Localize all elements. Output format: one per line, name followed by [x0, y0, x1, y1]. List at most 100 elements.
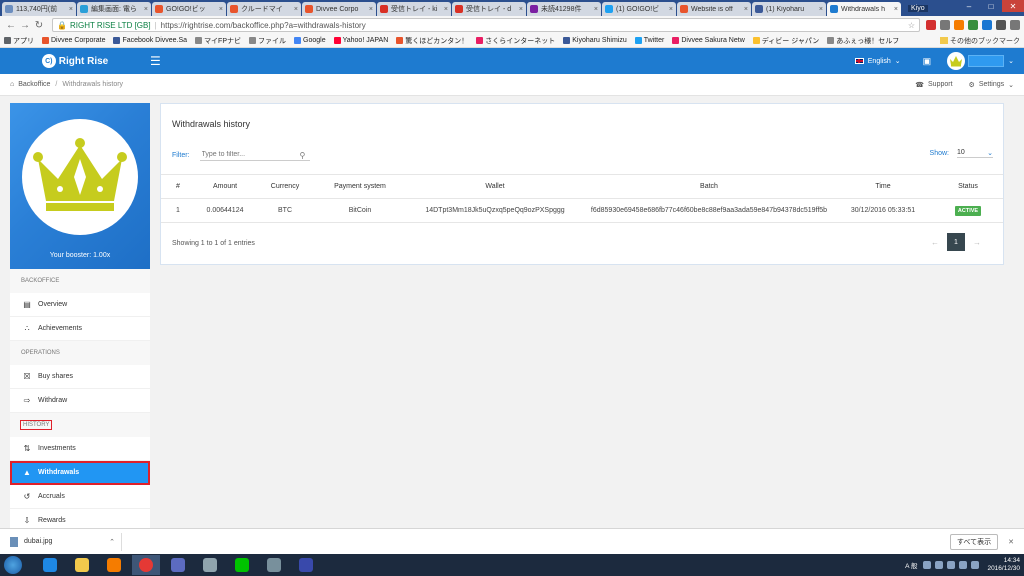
browser-tab[interactable]: GO!GO!ビッ × [152, 2, 226, 16]
ie-taskbar-icon[interactable] [36, 555, 64, 575]
browser-tab[interactable]: 未読41298件 × [527, 2, 601, 16]
ime-indicator[interactable]: A 般 [905, 560, 917, 570]
browser-tab[interactable]: Divvee Corpo × [302, 2, 376, 16]
chevron-up-icon[interactable]: ⌃ [109, 538, 115, 546]
other-bookmarks[interactable]: その他のブックマーク [940, 36, 1020, 46]
media-player-taskbar-icon[interactable] [100, 555, 128, 575]
extension-icon[interactable] [982, 20, 992, 30]
volume-icon[interactable] [959, 561, 968, 569]
tab-close-icon[interactable]: × [669, 6, 673, 13]
sidebar-item-rewards[interactable]: ⇩ Rewards [10, 509, 150, 528]
explorer-taskbar-icon[interactable] [68, 555, 96, 575]
column-header[interactable]: Batch [585, 174, 833, 199]
sidebar-item-withdraw[interactable]: ⇨ Withdraw [10, 389, 150, 413]
page-1-button[interactable]: 1 [947, 233, 965, 251]
url-text[interactable]: https://rightrise.com/backoffice.php?a=w… [161, 21, 366, 30]
tab-close-icon[interactable]: × [369, 6, 373, 13]
menu-icon[interactable] [1010, 20, 1020, 30]
omnibox[interactable]: 🔒 RIGHT RISE LTD [GB] | https://rightris… [52, 18, 920, 32]
download-item[interactable]: dubai.jpg ⌃ [10, 532, 122, 551]
bookmark-item[interactable]: アプリ [4, 36, 34, 46]
browser-tab[interactable]: クルードマイ × [227, 2, 301, 16]
sidebar-item-achievements[interactable]: ∴ Achievements [10, 317, 150, 341]
breadcrumb-root[interactable]: Backoffice [18, 81, 50, 88]
bookmark-item[interactable]: Divvee Sakura Netw [672, 37, 745, 44]
tab-close-icon[interactable]: × [219, 6, 223, 13]
tray-icon[interactable] [923, 561, 932, 569]
wallet-icon[interactable]: ▣ [923, 56, 932, 67]
tab-close-icon[interactable]: × [819, 6, 823, 13]
reload-icon[interactable]: ↻ [32, 20, 46, 31]
close-icon[interactable]: ✕ [1008, 538, 1014, 546]
filter-input[interactable] [199, 149, 310, 161]
hamburger-menu-icon[interactable]: ☰ [150, 54, 161, 68]
camera-icon[interactable] [996, 20, 1006, 30]
next-page-arrow-icon[interactable]: → [973, 238, 981, 247]
browser-tab[interactable]: (1) Kiyoharu × [752, 2, 826, 16]
extension-icon[interactable] [940, 20, 950, 30]
sidebar-item-buy-shares[interactable]: ☒ Buy shares [10, 365, 150, 389]
bookmark-item[interactable]: Divvee Corporate [42, 37, 105, 44]
network-icon[interactable] [971, 561, 980, 569]
app-taskbar-icon[interactable] [164, 555, 192, 575]
sidebar-item-withdrawals[interactable]: ▲ Withdrawals [10, 461, 150, 485]
extension-icon[interactable] [926, 20, 936, 30]
language-selector[interactable]: English ⌄ [854, 57, 901, 65]
tray-icon[interactable] [935, 561, 944, 569]
tab-close-icon[interactable]: × [294, 6, 298, 13]
tab-close-icon[interactable]: × [894, 6, 898, 13]
chrome-taskbar-icon[interactable] [132, 555, 160, 575]
browser-tab[interactable]: Withdrawals h × [827, 2, 901, 16]
brand-logo[interactable]: C) Right Rise [0, 54, 150, 68]
bookmark-item[interactable]: Yahoo! JAPAN [333, 37, 388, 44]
bookmark-item[interactable]: Facebook Divvee.Sa [113, 37, 187, 44]
minimize-button[interactable]: – [958, 0, 980, 12]
browser-tab[interactable]: Website is off × [677, 2, 751, 16]
column-header[interactable]: Time [833, 174, 933, 199]
bookmark-item[interactable]: あふぇっ様！セルフ [827, 36, 899, 46]
browser-tab[interactable]: 編集画面: 電ら × [77, 2, 151, 16]
column-header[interactable]: Status [933, 174, 1003, 199]
start-button[interactable] [4, 556, 22, 574]
bookmark-item[interactable]: マイFPナビ [195, 36, 241, 46]
maximize-button[interactable]: □ [980, 0, 1002, 12]
extension-icon[interactable] [968, 20, 978, 30]
bookmark-item[interactable]: ディビー ジャパン [752, 36, 819, 46]
sidebar-item-overview[interactable]: ▤ Overview [10, 293, 150, 317]
bookmark-item[interactable]: Twitter [634, 37, 664, 44]
browser-tab[interactable]: 受信トレイ - d × [452, 2, 526, 16]
search-icon[interactable]: ⚲ [300, 151, 306, 160]
prev-page-arrow-icon[interactable]: ← [931, 238, 939, 247]
browser-tab[interactable]: 受信トレイ - ki × [377, 2, 451, 16]
home-icon[interactable]: ⌂ [10, 81, 14, 88]
bookmark-star-icon[interactable]: ☆ [908, 21, 915, 30]
browser-tab[interactable]: (1) GO!GO!ビ × [602, 2, 676, 16]
clock[interactable]: 14:34 2016/12/30 [987, 557, 1020, 573]
bookmark-item[interactable]: Google [294, 37, 326, 44]
column-header[interactable]: Amount [195, 174, 255, 199]
forward-arrow-icon[interactable]: → [18, 20, 32, 31]
bookmark-item[interactable]: 驚くほどカンタン！ [396, 36, 468, 46]
sidebar-item-accruals[interactable]: ↺ Accruals [10, 485, 150, 509]
bookmark-item[interactable]: ファイル [249, 36, 286, 46]
browser-tab[interactable]: 113,740円(前 × [2, 2, 76, 16]
tab-close-icon[interactable]: × [444, 6, 448, 13]
tab-close-icon[interactable]: × [144, 6, 148, 13]
bookmark-item[interactable]: Kiyoharu Shimizu [563, 37, 627, 44]
sidebar-item-investments[interactable]: ⇅ Investments [10, 437, 150, 461]
support-link[interactable]: ☎ Support [915, 81, 952, 89]
settings-menu[interactable]: ⚙ Settings ⌄ [969, 81, 1014, 89]
column-header[interactable]: Currency [255, 174, 315, 199]
bookmark-item[interactable]: さくらインターネット [476, 36, 555, 46]
user-menu[interactable]: ⌄ [947, 52, 1014, 70]
tray-icon[interactable] [947, 561, 956, 569]
extension-icon[interactable] [954, 20, 964, 30]
back-arrow-icon[interactable]: ← [4, 20, 18, 31]
column-header[interactable]: Wallet [405, 174, 585, 199]
app-taskbar-icon[interactable] [196, 555, 224, 575]
column-header[interactable]: Payment system [315, 174, 405, 199]
show-all-downloads-button[interactable]: すべて表示 [949, 533, 999, 550]
window-close-button[interactable]: ✕ [1002, 0, 1024, 12]
tab-close-icon[interactable]: × [744, 6, 748, 13]
line-taskbar-icon[interactable] [228, 555, 256, 575]
